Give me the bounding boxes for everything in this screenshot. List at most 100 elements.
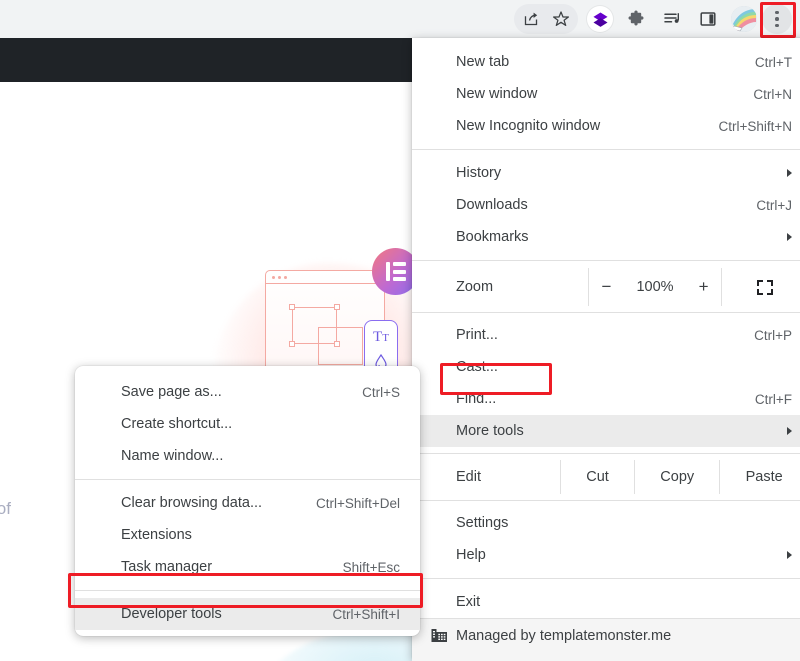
menu-item-label: Help <box>456 547 486 563</box>
dot <box>775 23 779 28</box>
menu-item-label: Task manager <box>121 559 213 575</box>
menu-item-cast[interactable]: Cast... <box>412 351 800 383</box>
menu-separator <box>412 312 800 313</box>
menu-item-label: History <box>456 165 502 181</box>
chevron-right-icon <box>787 551 792 559</box>
menu-row-edit: Edit Cut Copy Paste <box>412 460 800 494</box>
submenu-item-task-manager[interactable]: Task manager Shift+Esc <box>75 551 420 583</box>
enterprise-building-icon <box>430 626 449 649</box>
chrome-main-menu: New tab Ctrl+T New window Ctrl+N New Inc… <box>412 38 800 661</box>
browser-toolbar <box>0 0 800 38</box>
menu-item-shortcut: Ctrl+P <box>754 327 792 343</box>
menu-item-new-tab[interactable]: New tab Ctrl+T <box>412 46 800 78</box>
menu-item-find[interactable]: Find... Ctrl+F <box>412 383 800 415</box>
menu-item-label: New window <box>456 86 538 102</box>
menu-item-shortcut: Ctrl+T <box>754 54 792 70</box>
puzzle-extensions-icon[interactable] <box>621 4 651 34</box>
submenu-item-clear-browsing-data[interactable]: Clear browsing data... Ctrl+Shift+Del <box>75 487 420 519</box>
menu-item-downloads[interactable]: Downloads Ctrl+J <box>412 189 800 221</box>
menu-item-shortcut: Ctrl+F <box>754 391 792 407</box>
submenu-item-developer-tools[interactable]: Developer tools Ctrl+Shift+I <box>75 598 420 630</box>
dot <box>775 17 779 21</box>
menu-item-label: More tools <box>456 423 524 439</box>
chevron-right-icon <box>787 233 792 241</box>
zoom-controls: − 100% + <box>588 268 722 306</box>
menu-row-zoom: Zoom − 100% + <box>412 268 800 306</box>
fullscreen-button[interactable] <box>722 279 800 295</box>
menu-separator <box>412 500 800 501</box>
submenu-item-name-window[interactable]: Name window... <box>75 440 420 472</box>
menu-item-shortcut: Shift+Esc <box>342 559 400 575</box>
menu-item-label: Developer tools <box>121 606 222 622</box>
text-tool-icon: TT <box>373 329 389 345</box>
bookmark-star-icon[interactable] <box>546 4 576 34</box>
menu-item-label: New tab <box>456 54 510 70</box>
menu-item-history[interactable]: History <box>412 157 800 189</box>
browser-screenshot: TT etproof n. <box>0 0 800 661</box>
menu-footer: Managed by templatemonster.me <box>412 618 800 661</box>
menu-item-label: Print... <box>456 327 498 343</box>
page-body-text: etproof n. <box>0 493 11 557</box>
menu-item-help[interactable]: Help <box>412 539 800 571</box>
zoom-level-value: 100% <box>636 279 674 295</box>
page-body-text-line2: n. <box>0 525 11 557</box>
menu-item-label: Find... <box>456 391 497 407</box>
submenu-item-create-shortcut[interactable]: Create shortcut... <box>75 408 420 440</box>
media-playlist-icon[interactable] <box>657 4 687 34</box>
edit-copy-button[interactable]: Copy <box>634 460 719 494</box>
menu-item-shortcut: Ctrl+S <box>362 384 400 400</box>
zoom-in-button[interactable]: + <box>696 277 712 297</box>
menu-separator <box>75 479 420 480</box>
managed-by-row: Managed by templatemonster.me <box>412 619 800 653</box>
illustration-window-dots <box>266 271 384 284</box>
submenu-item-extensions[interactable]: Extensions <box>75 519 420 551</box>
chevron-right-icon <box>787 169 792 177</box>
menu-item-label: Extensions <box>121 527 192 543</box>
submenu-item-save-page-as[interactable]: Save page as... Ctrl+S <box>75 376 420 408</box>
menu-item-new-window[interactable]: New window Ctrl+N <box>412 78 800 110</box>
edit-paste-button[interactable]: Paste <box>719 460 800 494</box>
extension-layers-icon[interactable] <box>585 4 615 34</box>
menu-item-new-incognito-window[interactable]: New Incognito window Ctrl+Shift+N <box>412 110 800 142</box>
menu-separator <box>412 453 800 454</box>
menu-separator <box>412 578 800 579</box>
menu-item-print[interactable]: Print... Ctrl+P <box>412 319 800 351</box>
profile-avatar[interactable] <box>729 4 759 34</box>
menu-item-label: Settings <box>456 515 509 531</box>
menu-item-shortcut: Ctrl+Shift+I <box>332 606 400 622</box>
menu-item-label: Bookmarks <box>456 229 529 245</box>
managed-by-label: Managed by templatemonster.me <box>456 628 672 644</box>
toolbar-action-pill <box>514 4 578 34</box>
zoom-label: Zoom <box>456 279 494 295</box>
more-tools-submenu: Save page as... Ctrl+S Create shortcut..… <box>75 366 420 636</box>
menu-item-bookmarks[interactable]: Bookmarks <box>412 221 800 253</box>
illustration-shape-front <box>289 304 340 347</box>
menu-item-shortcut: Ctrl+N <box>753 86 792 102</box>
fullscreen-icon <box>757 279 773 295</box>
zoom-out-button[interactable]: − <box>598 277 614 297</box>
menu-item-shortcut: Ctrl+Shift+N <box>718 118 792 134</box>
menu-item-label: Save page as... <box>121 384 222 400</box>
menu-separator <box>412 149 800 150</box>
menu-item-label: Create shortcut... <box>121 416 233 432</box>
menu-item-exit[interactable]: Exit <box>412 586 800 618</box>
menu-separator <box>75 590 420 591</box>
menu-item-more-tools[interactable]: More tools <box>412 415 800 447</box>
share-icon[interactable] <box>516 4 546 34</box>
menu-item-shortcut: Ctrl+J <box>756 197 792 213</box>
chevron-right-icon <box>787 427 792 435</box>
menu-item-label: New Incognito window <box>456 118 601 134</box>
dot <box>775 10 779 15</box>
three-dot-menu-icon[interactable] <box>762 4 792 34</box>
edit-cut-button[interactable]: Cut <box>560 460 634 494</box>
menu-item-settings[interactable]: Settings <box>412 507 800 539</box>
menu-item-label: Clear browsing data... <box>121 495 263 511</box>
menu-item-label: Exit <box>456 594 481 610</box>
side-panel-icon[interactable] <box>693 4 723 34</box>
page-body-text-line1: etproof <box>0 499 11 518</box>
edit-label: Edit <box>456 469 481 485</box>
menu-item-label: Downloads <box>456 197 528 213</box>
menu-item-label: Cast... <box>456 359 498 375</box>
menu-item-shortcut: Ctrl+Shift+Del <box>315 495 400 511</box>
menu-separator <box>412 260 800 261</box>
